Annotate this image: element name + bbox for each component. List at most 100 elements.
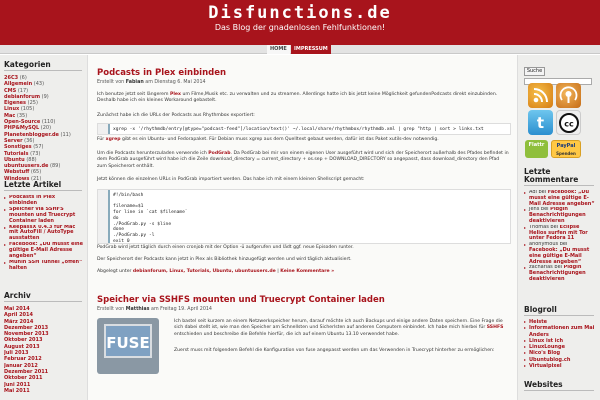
tags-links[interactable]: debianforum, Linux, Tutorials, Ubuntu, u…: [133, 269, 276, 274]
nav-home[interactable]: HOME: [267, 45, 290, 54]
category-link[interactable]: Allgemein: [4, 81, 32, 87]
blogroll-item: Virtualpixel: [524, 363, 596, 369]
search-button[interactable]: Suche: [524, 67, 545, 76]
category-link[interactable]: ubuntuusers.de: [4, 163, 48, 169]
archive-link[interactable]: März 2014: [4, 319, 33, 325]
recent-post-link[interactable]: Speicher via SSHFS mounten und Truecrypt…: [9, 207, 75, 224]
category-link[interactable]: Sonstiges: [4, 144, 32, 150]
categories-list: 26C3 (6) Allgemein (43) CMS (17) debianforu…: [4, 75, 86, 182]
recent-posts-title: Letzte Artikel: [4, 180, 82, 191]
post-title[interactable]: Speicher via SSHFS mounten und Truecrypt…: [97, 295, 385, 305]
site-header: Disfunctions.de Das Blog der gnadenlosen…: [0, 0, 600, 45]
blogroll-link[interactable]: Nico's Blog: [529, 350, 560, 356]
comment-item: zacharias bei Pidgin Benachrichtigungen …: [524, 265, 596, 282]
category-count: (20): [40, 125, 52, 132]
category-count: (110): [41, 119, 56, 126]
post-paragraph: Der Speicherort der Podcasts kann jetzt …: [97, 257, 352, 262]
blogroll-link[interactable]: Virtualpixel: [529, 363, 562, 369]
archive-link[interactable]: Juli 2013: [4, 350, 29, 356]
blogroll-link[interactable]: Linux ist ich: [529, 338, 563, 344]
twitter-icon[interactable]: t: [528, 110, 553, 135]
post-paragraph: Für xgrep gibt es ein Ubuntu- und Fedora…: [97, 137, 509, 143]
main-nav: HOME IMPRESSUM: [0, 45, 600, 54]
meta-date: am Freitag 19. April 2014: [151, 307, 212, 312]
archive-link[interactable]: Januar 2012: [4, 363, 38, 369]
category-link[interactable]: Planetenblogger.de: [4, 132, 59, 138]
archive-link[interactable]: Dezember 2011: [4, 369, 48, 375]
code-line: xgrep -x '/rhythmdb/entry[@type="podcast…: [113, 127, 484, 132]
plex-link[interactable]: Plex: [170, 92, 181, 97]
blogroll-link[interactable]: LinuxLounge: [529, 344, 565, 350]
archive-link[interactable]: November 2013: [4, 331, 49, 337]
text: Ich bastel seit kurzem an einem Netzwerk…: [174, 319, 503, 331]
paypal-donate-button[interactable]: PayPal Spenden: [551, 140, 581, 158]
fuse-logo-image: FUSE: [97, 318, 159, 374]
code-gutter: [98, 124, 110, 134]
category-count: (89): [50, 163, 61, 170]
nav-impressum[interactable]: IMPRESSUM: [291, 45, 331, 54]
comments-link[interactable]: Keine Kommentare »: [280, 269, 334, 274]
archive-link[interactable]: Oktober 2011: [4, 375, 43, 381]
category-link[interactable]: Eigenes: [4, 100, 26, 106]
comment-item: Adi bei Facebook: „Du musst eine gültige…: [524, 190, 596, 207]
category-count: (105): [20, 106, 35, 113]
category-link[interactable]: PHP&MySQL: [4, 125, 39, 131]
recent-post-link[interactable]: Munin SSH Tunnel „offen“ halten: [9, 260, 82, 271]
post-author[interactable]: Fabian: [126, 80, 144, 85]
archive-link[interactable]: April 2014: [4, 312, 33, 318]
recent-post-item: Munin SSH Tunnel „offen“ halten: [4, 260, 84, 272]
blogroll-link[interactable]: Informationen zum Mai Anders: [529, 325, 594, 337]
post-paragraph: PodGrab wird jetzt täglich durch einen c…: [97, 245, 354, 250]
post-author[interactable]: Matthias: [126, 307, 150, 312]
post-title[interactable]: Podcasts in Plex einbinden: [97, 68, 226, 78]
podgrab-link[interactable]: PodGrab: [208, 151, 230, 156]
blogroll-link[interactable]: Ubuntublog.ch: [529, 357, 570, 363]
websites-title: Websites: [524, 380, 594, 391]
archive-link[interactable]: Juni 2011: [4, 382, 30, 388]
left-sidebar: Kategorien 26C3 (6) Allgemein (43) CMS (17…: [0, 55, 87, 400]
recent-post-link[interactable]: Podcasts in Plex einbinden: [9, 195, 55, 206]
podcast-icon[interactable]: [556, 83, 581, 108]
category-link[interactable]: CMS: [4, 88, 16, 94]
archive-link[interactable]: Mai 2014: [4, 306, 30, 312]
archive-link[interactable]: August 2013: [4, 344, 40, 350]
xgrep-link[interactable]: xgrep: [106, 137, 121, 142]
recent-post-link[interactable]: Facebook: „Du musst eine gültige E-Mail …: [9, 242, 83, 259]
category-count: (11): [60, 131, 71, 138]
comment-post-link[interactable]: Facebook: „Du musst eine gültige E-Mail …: [529, 247, 589, 265]
category-link[interactable]: debianforum: [4, 94, 40, 100]
tags-prefix: Abgelegt unter: [97, 269, 132, 274]
paypal-label: PayPal: [556, 143, 576, 149]
sshfs-link[interactable]: SSHFS: [487, 325, 504, 330]
category-link[interactable]: Tutorials: [4, 151, 29, 157]
site-description: Das Blog der gnadenlosen Fehlfunktionen!: [214, 23, 386, 32]
category-link[interactable]: Open-Source: [4, 119, 40, 125]
post-meta: Erstellt von Matthias am Freitag 19. Apr…: [97, 307, 212, 312]
comment-item: anonymous bei Facebook: „Du musst eine g…: [524, 242, 596, 265]
blogroll-link[interactable]: Heiste: [529, 319, 547, 325]
blogroll-title: Blogroll: [524, 305, 594, 316]
recent-post-link[interactable]: KeepassX 0.4.3 für Mac mit AutoFill / Au…: [9, 225, 75, 242]
meta-prefix: Erstellt von: [97, 307, 125, 312]
post-meta: Erstellt von Fabian am Dienstag 6. Mai 2…: [97, 80, 206, 85]
category-link[interactable]: Server: [4, 138, 23, 144]
archive-link[interactable]: Februar 2012: [4, 356, 42, 362]
category-link[interactable]: Webstuff: [4, 169, 29, 175]
archive-link[interactable]: Mai 2011: [4, 388, 30, 394]
code-line: exit 0: [113, 238, 130, 244]
text: entschieden und beschreibe die Befehle h…: [174, 331, 400, 337]
main-content: Podcasts in Plex einbinden Erstellt von …: [87, 55, 518, 400]
site-title[interactable]: Disfunctions.de: [0, 3, 600, 23]
category-count: (6): [19, 75, 27, 81]
category-link[interactable]: 26C3: [4, 75, 18, 81]
category-link[interactable]: Mac: [4, 113, 15, 119]
twitter-bird-icon: t: [537, 114, 544, 132]
rss-feed-icon[interactable]: [528, 83, 553, 108]
archive-link[interactable]: Oktober 2013: [4, 337, 43, 343]
creative-commons-icon[interactable]: cc: [556, 110, 581, 135]
flattr-button[interactable]: Flattr: [525, 140, 548, 158]
category-link[interactable]: Linux: [4, 106, 19, 112]
archive-link[interactable]: Dezember 2013: [4, 325, 48, 331]
category-link[interactable]: Ubuntu: [4, 157, 25, 163]
svg-text:cc: cc: [564, 120, 574, 129]
